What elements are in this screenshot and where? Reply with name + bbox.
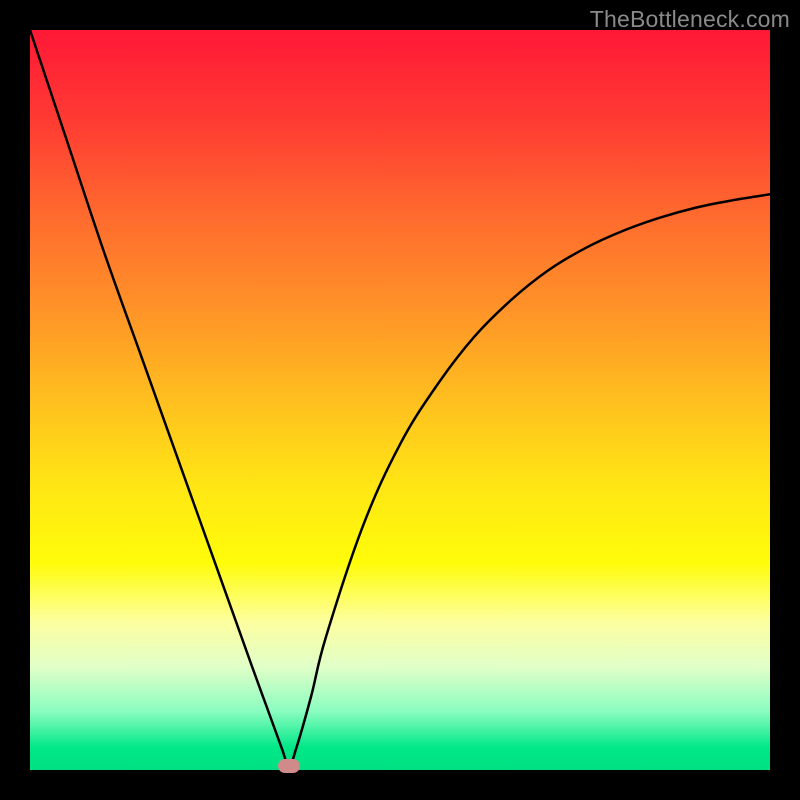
watermark-text: TheBottleneck.com	[590, 6, 790, 33]
chart-frame: TheBottleneck.com	[0, 0, 800, 800]
bottleneck-curve	[30, 30, 770, 770]
plot-area	[30, 30, 770, 770]
optimal-point-marker	[278, 759, 300, 773]
